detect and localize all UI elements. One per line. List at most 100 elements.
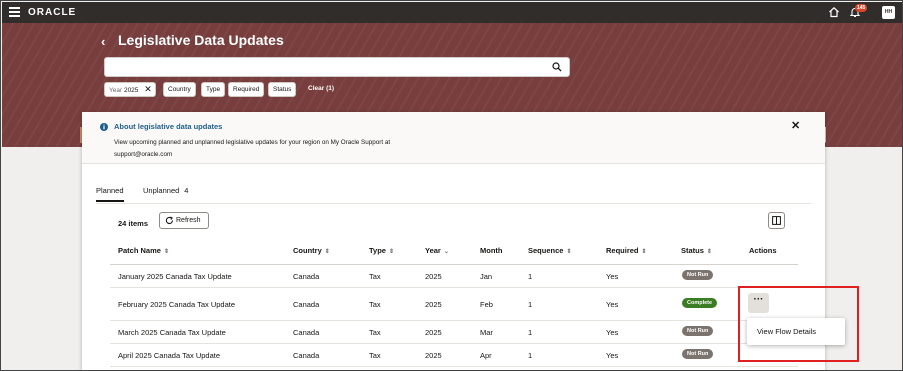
required-cell: Yes (606, 351, 619, 360)
hamburger-menu-icon[interactable] (9, 7, 20, 17)
filter-chip-year-label: Year (109, 87, 123, 94)
year-cell: 2025 (425, 272, 442, 281)
user-avatar[interactable]: HH (882, 6, 895, 19)
patch-name-cell: April 2025 Canada Tax Update (118, 351, 221, 360)
info-banner-text: View upcoming planned and unplanned legi… (114, 139, 391, 146)
filter-chip-status[interactable]: Status (268, 82, 297, 97)
status-badge: Complete (682, 298, 718, 308)
patch-name-cell: February 2025 Canada Tax Update (118, 300, 236, 309)
sequence-cell: 1 (528, 328, 533, 337)
column-layout-button[interactable] (768, 212, 785, 229)
sequence-cell: 1 (528, 272, 533, 281)
sort-icon: ⇕ (566, 249, 572, 255)
country-cell: Canada (293, 272, 320, 281)
status-badge: Not Run (682, 349, 714, 359)
column-header-label: Country (293, 246, 322, 255)
tab-bar: Planned Unplanned 4 (96, 184, 811, 204)
info-banner: About legislative data updates View upco… (82, 112, 825, 164)
close-icon[interactable]: ✕ (791, 119, 800, 132)
refresh-label: Refresh (176, 217, 201, 224)
sort-descending-icon: ⌄ (443, 249, 449, 255)
column-header-label: Type (369, 246, 386, 255)
year-cell: 2025 (425, 351, 442, 360)
tab-unplanned-count: 4 (184, 186, 189, 195)
filter-chip-year[interactable]: Year 2025 ✕ (104, 82, 156, 97)
column-header-label: Year (425, 246, 441, 255)
country-cell: Canada (293, 351, 320, 360)
back-chevron-icon[interactable]: ‹ (101, 34, 105, 49)
sort-icon: ⇕ (163, 249, 169, 255)
sequence-cell: 1 (528, 351, 533, 360)
column-header-year[interactable]: Year ⌄ (425, 246, 449, 255)
tab-unplanned[interactable]: Unplanned 4 (143, 186, 188, 195)
global-header: ORACLE 145 HH (2, 2, 902, 23)
info-banner-body: View upcoming planned and unplanned legi… (114, 137, 444, 161)
country-cell: Canada (293, 328, 320, 337)
month-cell: Mar (480, 328, 493, 337)
home-icon[interactable] (828, 6, 840, 18)
month-cell: Apr (480, 351, 492, 360)
tab-unplanned-label: Unplanned (143, 186, 180, 195)
type-cell: Tax (369, 328, 381, 337)
column-header-actions: Actions (749, 246, 777, 255)
country-cell: Canada (293, 300, 320, 309)
filter-chip-country[interactable]: Country (163, 82, 196, 97)
sort-icon: ⇕ (388, 249, 394, 255)
tab-planned-label: Planned (96, 186, 124, 195)
table-row[interactable]: February 2025 Canada Tax Update Canada T… (110, 288, 798, 321)
sequence-cell: 1 (528, 300, 533, 309)
notification-count-badge: 145 (855, 4, 868, 12)
month-cell: Feb (480, 300, 493, 309)
column-header-required[interactable]: Required ⇕ (606, 246, 647, 255)
required-cell: Yes (606, 300, 619, 309)
sort-icon: ⇕ (706, 249, 712, 255)
status-badge: Not Run (682, 270, 714, 280)
search-input[interactable] (109, 59, 539, 75)
remove-filter-icon[interactable]: ✕ (144, 84, 152, 94)
column-header-label: Patch Name (118, 246, 161, 255)
clear-filters-link[interactable]: Clear (1) (304, 82, 338, 97)
filter-chip-year-value: 2025 (123, 87, 139, 94)
patch-name-cell: March 2025 Canada Tax Update (118, 328, 226, 337)
required-cell: Yes (606, 328, 619, 337)
search-icon[interactable] (552, 62, 562, 72)
sort-icon: ⇕ (641, 249, 647, 255)
type-cell: Tax (369, 351, 381, 360)
type-cell: Tax (369, 300, 381, 309)
oracle-logo[interactable]: ORACLE (28, 7, 76, 18)
month-cell: Jan (480, 272, 493, 281)
page-title: Legislative Data Updates (118, 32, 284, 48)
table-row[interactable]: March 2025 Canada Tax Update Canada Tax … (110, 321, 798, 344)
column-header-patch-name[interactable]: Patch Name ⇕ (118, 246, 169, 255)
content-panel: About legislative data updates View upco… (82, 112, 825, 370)
required-cell: Yes (606, 272, 619, 281)
patch-name-cell: January 2025 Canada Tax Update (118, 272, 232, 281)
column-header-country[interactable]: Country ⇕ (293, 246, 330, 255)
columns-icon (772, 216, 781, 225)
year-cell: 2025 (425, 328, 442, 337)
column-header-label: Status (681, 246, 704, 255)
column-header-sequence[interactable]: Sequence ⇕ (528, 246, 571, 255)
column-header-label: Required (606, 246, 639, 255)
table-row[interactable]: January 2025 Canada Tax Update Canada Ta… (110, 265, 798, 288)
column-header-month: Month (480, 246, 503, 255)
filter-chip-type[interactable]: Type (201, 82, 226, 97)
year-cell: 2025 (425, 300, 442, 309)
column-header-type[interactable]: Type ⇕ (369, 246, 394, 255)
refresh-button[interactable]: Refresh (159, 212, 209, 229)
search-bar (104, 57, 570, 77)
table-row[interactable]: April 2025 Canada Tax Update Canada Tax … (110, 344, 798, 367)
info-icon (100, 123, 108, 131)
app-frame: ORACLE 145 HH ‹ Legislative Data Updates… (0, 0, 903, 371)
sort-icon: ⇕ (324, 249, 330, 255)
tab-planned[interactable]: Planned (96, 186, 124, 202)
column-header-status[interactable]: Status ⇕ (681, 246, 712, 255)
info-banner-title: About legislative data updates (114, 122, 223, 131)
column-header-label: Sequence (528, 246, 564, 255)
highlight-box (738, 286, 859, 362)
status-badge: Not Run (682, 326, 714, 336)
filter-chip-required[interactable]: Required (228, 82, 265, 97)
type-cell: Tax (369, 272, 381, 281)
support-email-link[interactable]: support@oracle.com (114, 149, 444, 161)
refresh-icon (165, 216, 174, 225)
